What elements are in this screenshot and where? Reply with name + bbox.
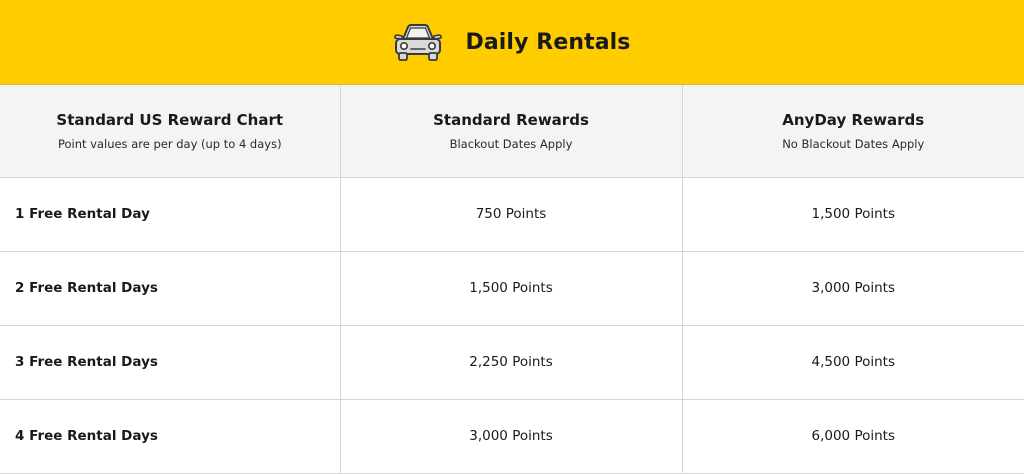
table-row: 1 Free Rental Day 750 Points 1,500 Point… xyxy=(0,177,1024,251)
row-label: 2 Free Rental Days xyxy=(0,251,340,325)
reward-chart-table: Standard US Reward Chart Point values ar… xyxy=(0,85,1024,474)
standard-rewards-points: 750 Points xyxy=(340,177,682,251)
table-header-row: Standard US Reward Chart Point values ar… xyxy=(0,85,1024,177)
table-row: 3 Free Rental Days 2,250 Points 4,500 Po… xyxy=(0,325,1024,399)
standard-rewards-points: 3,000 Points xyxy=(340,399,682,473)
column-subtitle: No Blackout Dates Apply xyxy=(683,137,1024,151)
column-subtitle: Point values are per day (up to 4 days) xyxy=(0,137,340,151)
standard-rewards-points: 1,500 Points xyxy=(340,251,682,325)
column-subtitle: Blackout Dates Apply xyxy=(341,137,682,151)
column-header-anyday-rewards: AnyDay Rewards No Blackout Dates Apply xyxy=(682,85,1024,177)
table-row: 2 Free Rental Days 1,500 Points 3,000 Po… xyxy=(0,251,1024,325)
column-header-standard-us-reward-chart: Standard US Reward Chart Point values ar… xyxy=(0,85,340,177)
banner-title: Daily Rentals xyxy=(465,30,630,55)
banner-content: Daily Rentals xyxy=(391,22,630,62)
anyday-rewards-points: 1,500 Points xyxy=(682,177,1024,251)
row-label: 4 Free Rental Days xyxy=(0,399,340,473)
car-icon xyxy=(391,22,445,62)
row-label: 1 Free Rental Day xyxy=(0,177,340,251)
column-title: AnyDay Rewards xyxy=(683,111,1024,129)
daily-rentals-banner: Daily Rentals xyxy=(0,0,1024,85)
column-title: Standard Rewards xyxy=(341,111,682,129)
table-row: 4 Free Rental Days 3,000 Points 6,000 Po… xyxy=(0,399,1024,473)
row-label: 3 Free Rental Days xyxy=(0,325,340,399)
column-header-standard-rewards: Standard Rewards Blackout Dates Apply xyxy=(340,85,682,177)
standard-rewards-points: 2,250 Points xyxy=(340,325,682,399)
anyday-rewards-points: 4,500 Points xyxy=(682,325,1024,399)
anyday-rewards-points: 3,000 Points xyxy=(682,251,1024,325)
anyday-rewards-points: 6,000 Points xyxy=(682,399,1024,473)
column-title: Standard US Reward Chart xyxy=(0,111,340,129)
